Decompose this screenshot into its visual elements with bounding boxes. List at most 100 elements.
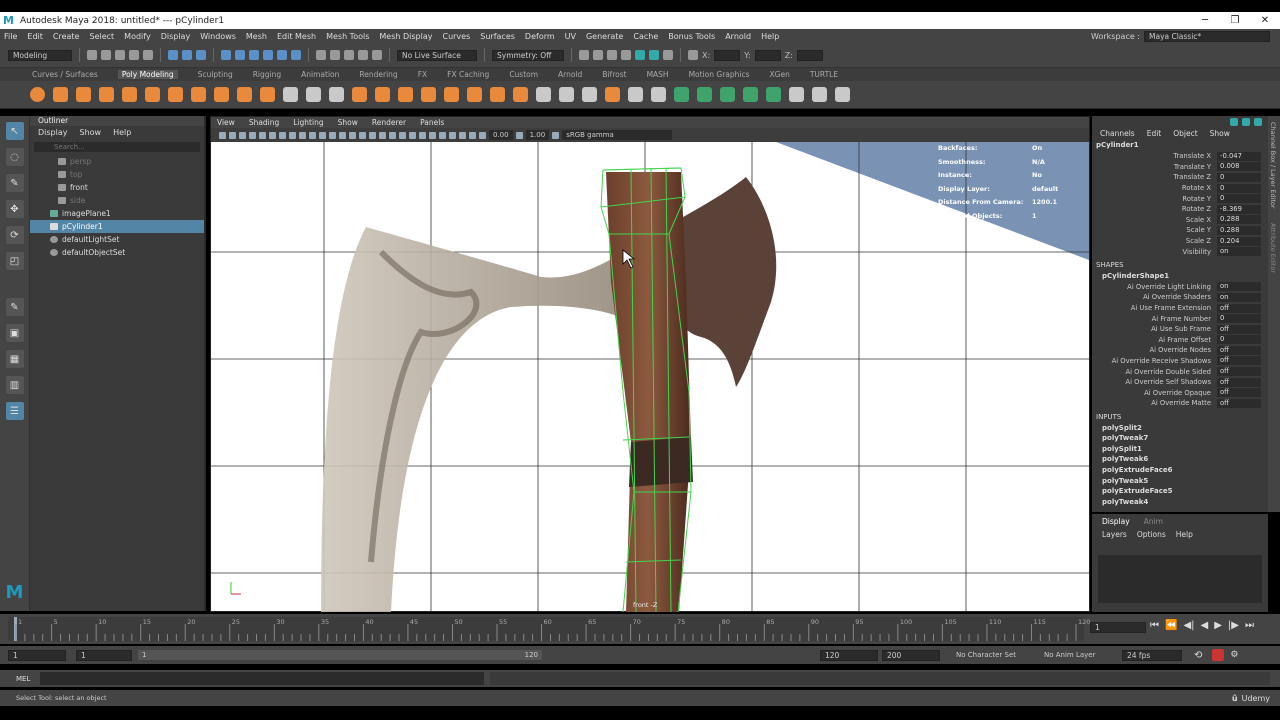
command-input[interactable]: [40, 672, 484, 685]
shelf-tab-fx[interactable]: FX: [418, 70, 427, 79]
cylindrical-map-icon[interactable]: [720, 87, 735, 102]
render-view-icon[interactable]: [649, 50, 659, 60]
extract-icon[interactable]: [398, 87, 413, 102]
playback-end-field[interactable]: 120: [820, 649, 878, 661]
persp-outliner-icon[interactable]: ▥: [5, 376, 24, 394]
xray-icon[interactable]: [459, 131, 466, 139]
last-tool-icon[interactable]: ✎: [5, 298, 24, 316]
save-scene-icon[interactable]: [115, 50, 125, 60]
smooth-shade-icon[interactable]: [359, 131, 366, 139]
target-weld-icon[interactable]: [582, 87, 597, 102]
outliner-menu-display[interactable]: Display: [38, 128, 68, 137]
shelf-tab-xgen[interactable]: XGen: [770, 70, 790, 79]
channel-box-toggle-icon[interactable]: [1230, 118, 1238, 126]
safe-action-icon[interactable]: [329, 131, 336, 139]
channel-value[interactable]: 0: [1217, 194, 1261, 204]
shelf-tab-fx-caching[interactable]: FX Caching: [447, 70, 489, 79]
uv-editor-icon[interactable]: [674, 87, 689, 102]
anti-aliasing-icon[interactable]: [429, 131, 436, 139]
viewport-scene[interactable]: Backfaces: On Smoothness: N/A Instance: No …: [211, 142, 1089, 612]
menu-uv[interactable]: UV: [565, 32, 576, 41]
gamma-icon[interactable]: [515, 131, 523, 139]
channelbox-menu-object[interactable]: Object: [1173, 129, 1197, 138]
channel-value[interactable]: 0.288: [1217, 225, 1261, 235]
channel-row[interactable]: Translate Y 0.008: [1092, 162, 1268, 173]
mel-label[interactable]: MEL: [16, 675, 36, 683]
shape-attr-row[interactable]: Ai Override Shaders on: [1092, 292, 1268, 303]
menu-set-dropdown[interactable]: Modeling: [8, 49, 72, 61]
outliner-item-imageplane1[interactable]: imagePlane1: [30, 207, 204, 220]
channel-value[interactable]: 0: [1217, 183, 1261, 193]
menu-bonus-tools[interactable]: Bonus Tools: [668, 32, 715, 41]
shape-attr-row[interactable]: Ai Frame Offset 0: [1092, 335, 1268, 346]
menu-surfaces[interactable]: Surfaces: [480, 32, 515, 41]
shadows-icon[interactable]: [399, 131, 406, 139]
bridge-icon[interactable]: [421, 87, 436, 102]
time-slider[interactable]: 1 5 10 15 20 25 30 35 40 45 50 55 60 65 70 75 80 85 90 95 10…: [0, 614, 1280, 644]
channel-value[interactable]: 0.288: [1217, 215, 1261, 225]
near-clip-field[interactable]: 0.00: [489, 130, 513, 140]
shape-attr-row[interactable]: Ai Use Sub Frame off: [1092, 324, 1268, 335]
menu-deform[interactable]: Deform: [525, 32, 555, 41]
2d-pan-zoom-icon[interactable]: [259, 131, 266, 139]
shape-attr-value[interactable]: off: [1217, 377, 1261, 387]
platonic-solid-icon[interactable]: [191, 87, 206, 102]
viewport-menu-lighting[interactable]: Lighting: [293, 118, 323, 127]
render-sequence-icon[interactable]: [593, 50, 603, 60]
wireframe-on-shaded-icon[interactable]: [369, 131, 376, 139]
shape-attr-value[interactable]: off: [1217, 324, 1261, 334]
transform-input-icon[interactable]: [688, 50, 698, 60]
face-mask-icon[interactable]: [249, 50, 259, 60]
poly-sphere-icon[interactable]: [30, 87, 45, 102]
layer-menu-options[interactable]: Options: [1137, 530, 1166, 539]
viewport-menu-panels[interactable]: Panels: [420, 118, 444, 127]
use-all-lights-icon[interactable]: [389, 131, 396, 139]
step-forward-frame-icon[interactable]: |▶: [1228, 620, 1239, 631]
shelf-tab-bifrost[interactable]: Bifrost: [602, 70, 626, 79]
playback-start-field[interactable]: 1: [76, 649, 132, 661]
far-clip-field[interactable]: 1.00: [525, 130, 550, 140]
step-back-frame-icon[interactable]: ◀|: [1183, 620, 1194, 631]
tool-settings-toggle-icon[interactable]: [1254, 118, 1262, 126]
shelf-tab-arnold[interactable]: Arnold: [558, 70, 582, 79]
shape-attr-value[interactable]: off: [1217, 388, 1261, 398]
smooth-icon[interactable]: [329, 87, 344, 102]
menu-mesh[interactable]: Mesh: [246, 32, 267, 41]
channel-row[interactable]: Translate X -0.047: [1092, 151, 1268, 162]
menu-cache[interactable]: Cache: [633, 32, 658, 41]
checker-map-icon[interactable]: [789, 87, 804, 102]
exposure-icon[interactable]: [479, 131, 486, 139]
side-tab-channel-box[interactable]: Channel Box / Layer Editor: [1269, 122, 1277, 209]
select-camera-icon[interactable]: [219, 131, 226, 139]
shelf-tab-custom[interactable]: Custom: [509, 70, 538, 79]
select-hierarchy-icon[interactable]: [168, 50, 178, 60]
layer-menu-help[interactable]: Help: [1176, 530, 1193, 539]
channel-value[interactable]: on: [1217, 247, 1261, 257]
render-frame-icon[interactable]: [579, 50, 589, 60]
grid-icon[interactable]: [279, 131, 286, 139]
viewport-menu-renderer[interactable]: Renderer: [372, 118, 406, 127]
preferences-icon[interactable]: ⚙: [1230, 650, 1238, 660]
play-forward-icon[interactable]: ▶: [1214, 620, 1222, 631]
separate-icon[interactable]: [306, 87, 321, 102]
grease-pencil-icon[interactable]: [269, 131, 276, 139]
minimize-button[interactable]: ─: [1190, 15, 1220, 26]
paint-select-icon[interactable]: ✎: [5, 174, 24, 192]
z-input[interactable]: [796, 49, 823, 61]
shelf-tab-turtle[interactable]: TURTLE: [810, 70, 838, 79]
combine-icon[interactable]: [283, 87, 298, 102]
unfold-icon[interactable]: [766, 87, 781, 102]
select-component-icon[interactable]: [196, 50, 206, 60]
shelf-tab-animation[interactable]: Animation: [301, 70, 339, 79]
input-node[interactable]: polyExtrudeFace5: [1092, 486, 1268, 497]
menu-help[interactable]: Help: [761, 32, 779, 41]
restore-button[interactable]: ❐: [1220, 15, 1250, 26]
shape-attr-row[interactable]: Ai Frame Number 0: [1092, 313, 1268, 324]
input-node[interactable]: polyTweak4: [1092, 497, 1268, 508]
move-tool-icon[interactable]: ✥: [5, 200, 24, 218]
color-management-icon[interactable]: [552, 131, 560, 139]
input-node[interactable]: polyExtrudeFace6: [1092, 465, 1268, 476]
poly-cylinder-icon[interactable]: [76, 87, 91, 102]
single-view-icon[interactable]: ▣: [5, 324, 24, 342]
quad-draw-icon[interactable]: [628, 87, 643, 102]
